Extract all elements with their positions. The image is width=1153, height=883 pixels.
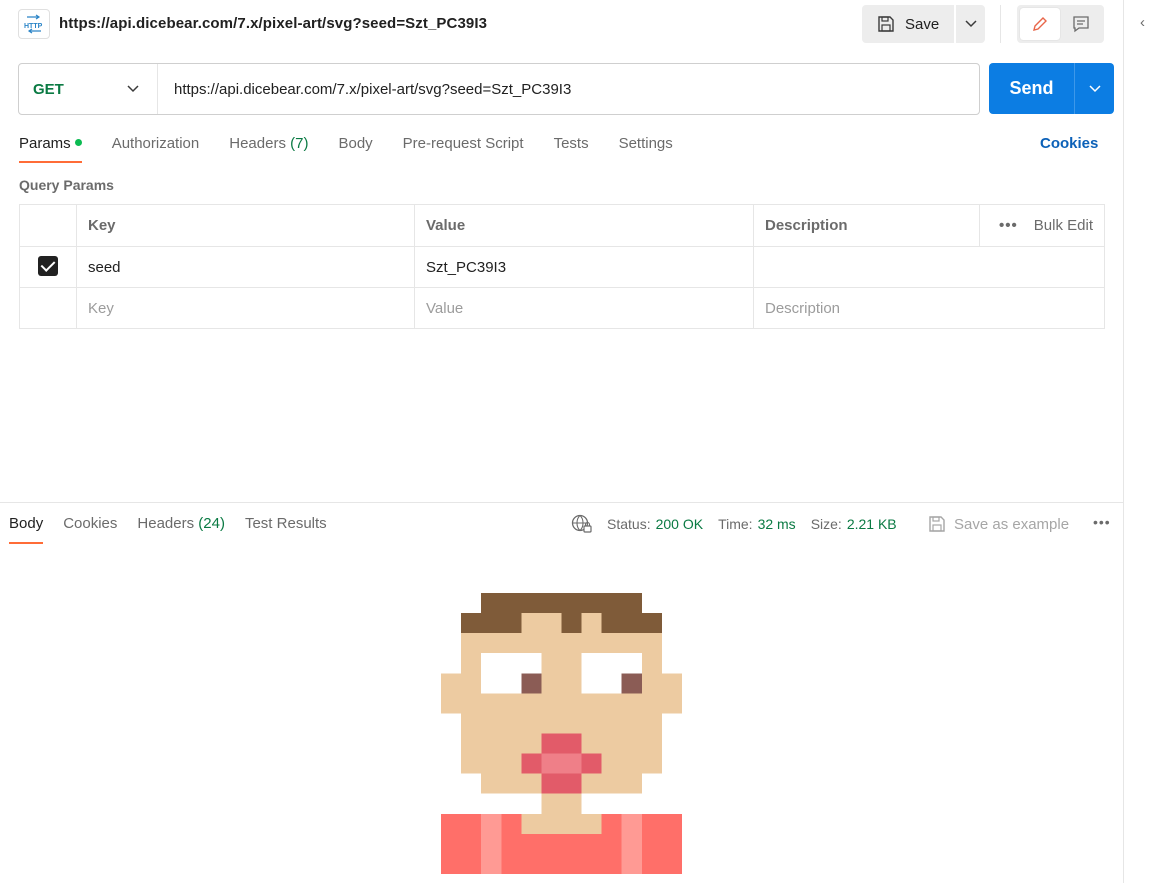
pencil-icon xyxy=(1032,17,1047,31)
edit-mode-button[interactable] xyxy=(1020,8,1060,40)
pixel-art-avatar xyxy=(441,593,682,874)
tab-body[interactable]: Body xyxy=(338,133,372,163)
send-options-button[interactable] xyxy=(1074,63,1114,114)
globe-lock-icon[interactable] xyxy=(571,514,593,534)
param-description-input[interactable] xyxy=(753,246,1105,288)
bulk-edit-button[interactable]: Bulk Edit xyxy=(1034,217,1093,234)
tab-params[interactable]: Params xyxy=(19,133,82,163)
new-key-input[interactable]: Key xyxy=(76,287,415,329)
table-row-new: Key Value Description xyxy=(19,287,1105,329)
header-description: Description xyxy=(753,204,980,247)
time-value[interactable]: 32 ms xyxy=(758,516,796,532)
method-label: GET xyxy=(33,80,64,98)
tab-settings[interactable]: Settings xyxy=(619,133,673,163)
save-as-example-button[interactable]: Save as example xyxy=(928,513,1069,535)
toolbar-divider xyxy=(1000,5,1001,43)
size-value[interactable]: 2.21 KB xyxy=(847,516,897,532)
query-params-table: Key Value Description ••• Bulk Edit seed… xyxy=(19,204,1105,329)
response-meta: Status: 200 OK Time: 32 ms Size: 2.21 KB xyxy=(571,513,912,535)
response-tab-headers[interactable]: Headers (24) xyxy=(137,512,225,544)
row-checkbox-cell xyxy=(19,246,77,288)
method-select[interactable]: GET xyxy=(19,64,158,114)
send-button-group: Send xyxy=(989,63,1114,114)
send-button[interactable]: Send xyxy=(989,63,1074,114)
url-input[interactable]: https://api.dicebear.com/7.x/pixel-art/s… xyxy=(158,81,979,98)
query-params-label: Query Params xyxy=(19,177,114,193)
tab-tests[interactable]: Tests xyxy=(554,133,589,163)
param-key-input[interactable]: seed xyxy=(76,246,415,288)
request-tabs: Params Authorization Headers (7) Body Pr… xyxy=(19,133,703,163)
chevron-down-icon xyxy=(1088,84,1101,92)
params-active-dot xyxy=(74,139,82,146)
size-label: Size: xyxy=(810,516,842,532)
save-label: Save xyxy=(905,15,940,33)
mode-toggle xyxy=(1017,5,1104,43)
hair xyxy=(481,593,642,614)
http-file-icon: HTTP xyxy=(18,9,50,39)
right-sidebar-divider xyxy=(1123,0,1124,883)
header-key: Key xyxy=(76,204,415,247)
status-label: Status: xyxy=(607,516,651,532)
save-options-button[interactable] xyxy=(955,5,985,43)
response-tab-test-results[interactable]: Test Results xyxy=(245,512,327,544)
new-value-input[interactable]: Value xyxy=(414,287,754,329)
tab-authorization[interactable]: Authorization xyxy=(112,133,200,163)
tab-headers[interactable]: Headers (7) xyxy=(229,133,308,163)
header-value: Value xyxy=(414,204,754,247)
request-title[interactable]: https://api.dicebear.com/7.x/pixel-art/s… xyxy=(59,15,487,32)
code-icon[interactable]: ‹ xyxy=(1140,14,1145,31)
table-row: seed Szt_PC39I3 xyxy=(19,246,1105,288)
chevron-down-icon xyxy=(127,85,139,93)
more-options-icon[interactable]: ••• xyxy=(999,217,1018,234)
response-divider[interactable] xyxy=(0,502,1123,503)
face xyxy=(521,613,562,634)
checkbox[interactable] xyxy=(38,256,58,276)
row-checkbox-cell xyxy=(19,287,77,329)
save-button-group: Save xyxy=(862,5,985,43)
url-bar: GET https://api.dicebear.com/7.x/pixel-a… xyxy=(18,63,980,115)
param-value-input[interactable]: Szt_PC39I3 xyxy=(414,246,754,288)
comment-icon xyxy=(1073,16,1089,33)
table-header-row: Key Value Description ••• Bulk Edit xyxy=(19,204,1105,247)
response-more-icon[interactable]: ••• xyxy=(1093,514,1111,530)
response-tabs: Body Cookies Headers (24) Test Results xyxy=(9,512,347,544)
save-icon xyxy=(929,516,945,532)
tab-pre-request-script[interactable]: Pre-request Script xyxy=(403,133,524,163)
svg-text:HTTP: HTTP xyxy=(24,23,43,30)
response-image xyxy=(441,593,682,874)
header-actions: ••• Bulk Edit xyxy=(979,204,1105,247)
chevron-down-icon xyxy=(964,20,977,28)
comments-mode-button[interactable] xyxy=(1062,8,1102,40)
new-description-input[interactable]: Description xyxy=(753,287,1105,329)
save-icon xyxy=(878,16,894,32)
response-tab-body[interactable]: Body xyxy=(9,512,44,544)
header-checkbox-cell xyxy=(19,204,77,247)
status-value[interactable]: 200 OK xyxy=(656,516,703,532)
cookies-link[interactable]: Cookies xyxy=(1040,135,1098,152)
response-tab-cookies[interactable]: Cookies xyxy=(63,512,117,544)
time-label: Time: xyxy=(718,516,753,532)
save-button[interactable]: Save xyxy=(862,5,954,43)
